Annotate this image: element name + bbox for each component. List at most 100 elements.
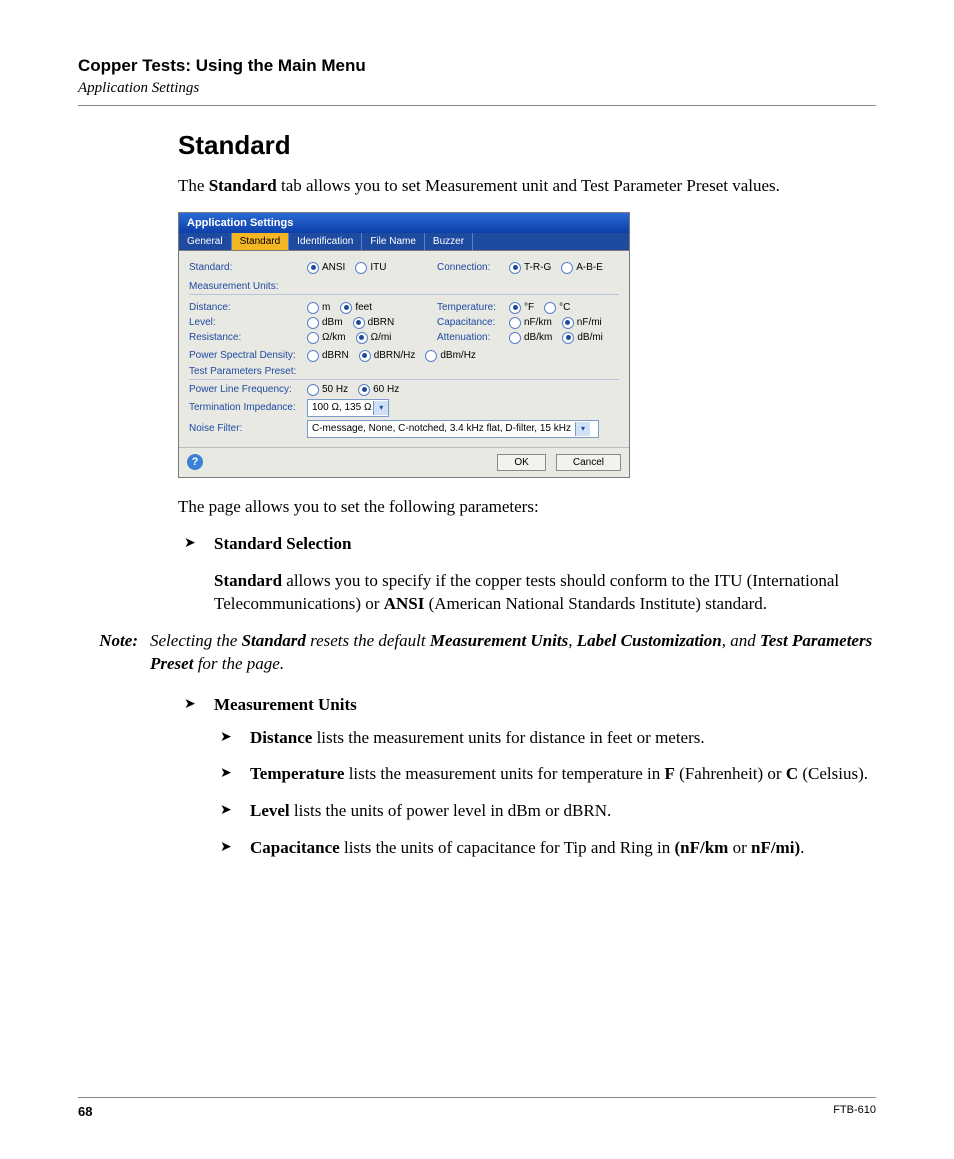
radio-label: feet [355, 302, 372, 313]
select-termination-impedance[interactable]: 100 Ω, 135 Ω ▾ [307, 399, 389, 417]
label-capacitance: Capacitance: [437, 317, 509, 328]
page-number: 68 [78, 1104, 92, 1119]
label-resistance: Resistance: [189, 332, 307, 343]
radio-trg[interactable]: T-R-G [509, 262, 551, 274]
select-value: 100 Ω, 135 Ω [308, 402, 373, 413]
radio-label: ITU [370, 262, 386, 273]
tab-identification[interactable]: Identification [289, 233, 362, 250]
list-item-measurement-units: Measurement Units Distance lists the mea… [178, 694, 876, 861]
text-bold: Standard [209, 176, 277, 195]
note-block: Note: Selecting the Standard resets the … [78, 630, 876, 676]
text: The [178, 176, 209, 195]
radio-nfkm[interactable]: nF/km [509, 317, 552, 329]
radio-dbmi[interactable]: dB/mi [562, 332, 603, 344]
intro-paragraph: The Standard tab allows you to set Measu… [178, 175, 876, 198]
body-text: The page allows you to set the following… [178, 496, 876, 519]
text-bold: ANSI [384, 594, 425, 613]
window-titlebar: Application Settings [179, 213, 629, 233]
tab-file-name[interactable]: File Name [362, 233, 425, 250]
radio-label: A-B-E [576, 262, 603, 273]
radio-label: 60 Hz [373, 384, 399, 395]
radio-f[interactable]: °F [509, 302, 534, 314]
sub-item-temperature: Temperature lists the measurement units … [214, 763, 876, 786]
radio-feet[interactable]: feet [340, 302, 372, 314]
text-bold: Standard [214, 571, 282, 590]
select-value: C-message, None, C-notched, 3.4 kHz flat… [308, 423, 575, 434]
radio-dbkm[interactable]: dB/km [509, 332, 552, 344]
footer-rule [78, 1097, 876, 1098]
sub-item-capacitance: Capacitance lists the units of capacitan… [214, 837, 876, 860]
radio-ohm-km[interactable]: Ω/km [307, 332, 346, 344]
radio-label: dBRN [322, 350, 349, 361]
label-noise-filter: Noise Filter: [189, 423, 307, 434]
radio-label: m [322, 302, 330, 313]
radio-ansi[interactable]: ANSI [307, 262, 345, 274]
radio-dbrn[interactable]: dBRN [353, 317, 395, 329]
page-footer: 68 FTB-610 [78, 1097, 876, 1119]
radio-label: 50 Hz [322, 384, 348, 395]
chevron-down-icon: ▾ [575, 422, 590, 436]
tab-buzzer[interactable]: Buzzer [425, 233, 473, 250]
radio-psd-dbrnhz[interactable]: dBRN/Hz [359, 350, 416, 362]
radio-label: °C [559, 302, 570, 313]
radio-m[interactable]: m [307, 302, 330, 314]
radio-dbm[interactable]: dBm [307, 317, 343, 329]
radio-abe[interactable]: A-B-E [561, 262, 603, 274]
chapter-title: Copper Tests: Using the Main Menu [78, 56, 876, 76]
radio-label: °F [524, 302, 534, 313]
radio-label: Ω/km [322, 332, 346, 343]
radio-50hz[interactable]: 50 Hz [307, 384, 348, 396]
text: tab allows you to set Measurement unit a… [277, 176, 780, 195]
select-noise-filter[interactable]: C-message, None, C-notched, 3.4 kHz flat… [307, 420, 599, 438]
label-standard: Standard: [189, 262, 307, 273]
radio-label: dB/km [524, 332, 552, 343]
radio-psd-dbrn[interactable]: dBRN [307, 350, 349, 362]
radio-label: nF/mi [577, 317, 602, 328]
sub-item-level: Level lists the units of power level in … [214, 800, 876, 823]
tab-general[interactable]: General [179, 233, 232, 250]
radio-label: dB/mi [577, 332, 603, 343]
text: (American National Standards Institute) … [424, 594, 767, 613]
label-connection: Connection: [437, 262, 509, 273]
radio-label: dBRN [368, 317, 395, 328]
label-distance: Distance: [189, 302, 307, 313]
doc-id: FTB-610 [833, 1104, 876, 1119]
chapter-subtitle: Application Settings [78, 80, 876, 97]
legend-test-params-preset: Test Parameters Preset: [189, 366, 619, 377]
note-body: Selecting the Standard resets the defaul… [150, 630, 876, 676]
label-power-line-freq: Power Line Frequency: [189, 384, 307, 395]
radio-label: T-R-G [524, 262, 551, 273]
cancel-button[interactable]: Cancel [556, 454, 621, 471]
radio-label: dBRN/Hz [374, 350, 416, 361]
radio-60hz[interactable]: 60 Hz [358, 384, 399, 396]
list-item-title: Standard Selection [214, 534, 351, 553]
label-attenuation: Attenuation: [437, 332, 509, 343]
radio-psd-dbmhz[interactable]: dBm/Hz [425, 350, 476, 362]
sub-item-distance: Distance lists the measurement units for… [214, 727, 876, 750]
tab-bar: General Standard Identification File Nam… [179, 233, 629, 251]
label-termination-impedance: Termination Impedance: [189, 402, 307, 413]
radio-c[interactable]: °C [544, 302, 570, 314]
note-label: Note: [78, 630, 138, 676]
ok-button[interactable]: OK [497, 454, 545, 471]
label-psd: Power Spectral Density: [189, 350, 307, 361]
header-rule [78, 105, 876, 106]
legend-measurement-units: Measurement Units: [189, 281, 619, 292]
radio-label: dBm/Hz [440, 350, 476, 361]
help-icon[interactable]: ? [187, 454, 203, 470]
radio-itu[interactable]: ITU [355, 262, 386, 274]
radio-nfmi[interactable]: nF/mi [562, 317, 602, 329]
tab-standard[interactable]: Standard [232, 233, 290, 250]
list-item-standard-selection: Standard Selection Standard allows you t… [178, 533, 876, 616]
radio-label: dBm [322, 317, 343, 328]
chevron-down-icon: ▾ [373, 401, 388, 415]
radio-ohm-mi[interactable]: Ω/mi [356, 332, 392, 344]
label-level: Level: [189, 317, 307, 328]
section-title: Standard [178, 130, 876, 161]
list-item-title: Measurement Units [214, 695, 357, 714]
radio-label: nF/km [524, 317, 552, 328]
radio-label: ANSI [322, 262, 345, 273]
screenshot-application-settings: Application Settings General Standard Id… [178, 212, 630, 478]
label-temperature: Temperature: [437, 302, 509, 313]
radio-label: Ω/mi [371, 332, 392, 343]
